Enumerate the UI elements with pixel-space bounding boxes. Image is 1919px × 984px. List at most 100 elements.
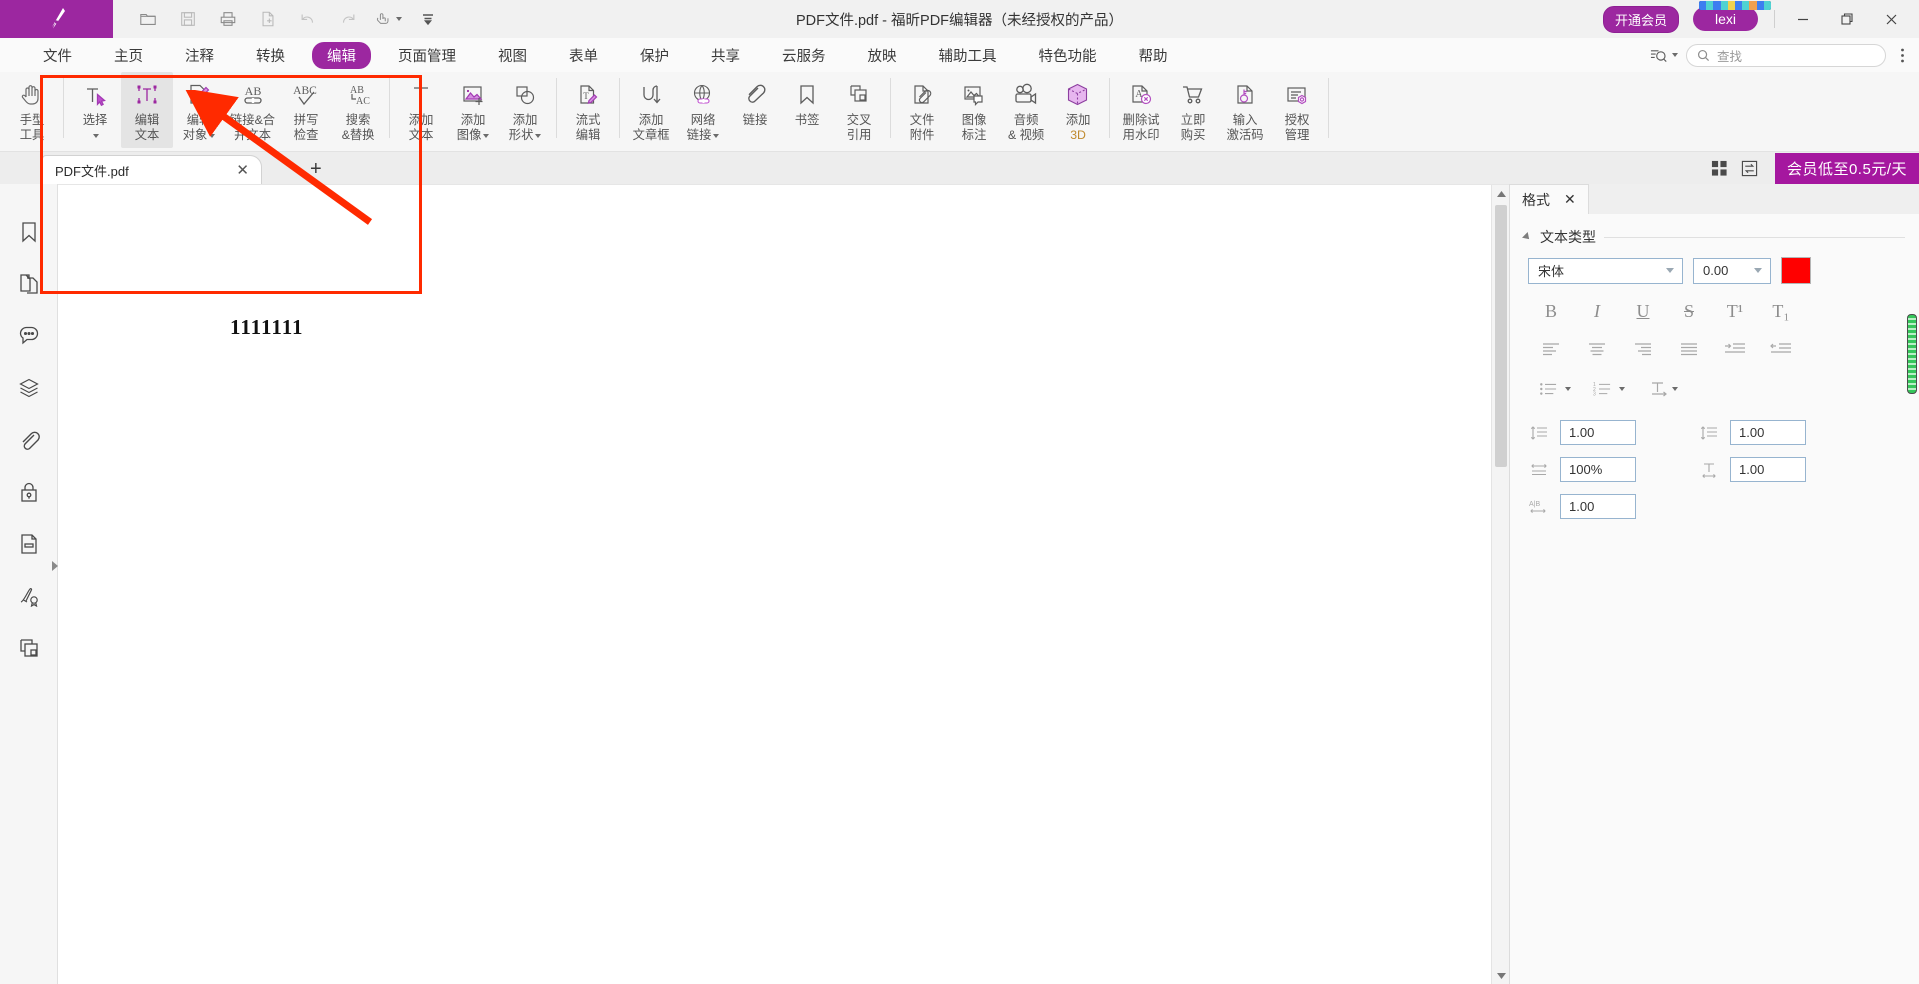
grid-view-icon[interactable] <box>1705 153 1735 183</box>
user-account[interactable]: lexi <box>1692 1 1771 31</box>
more-options-icon[interactable] <box>1894 47 1911 64</box>
split-view-icon[interactable] <box>1735 153 1765 183</box>
pdf-page[interactable]: 1111111 <box>58 185 1485 984</box>
increase-indent-button[interactable] <box>1712 334 1758 364</box>
menu-home[interactable]: 主页 <box>99 42 158 69</box>
bulleted-list-caret[interactable] <box>1565 387 1571 391</box>
ribbon-hand-tool[interactable]: 手型 工具 <box>6 72 58 148</box>
search-input[interactable]: 查找 <box>1686 43 1886 67</box>
menu-form[interactable]: 表单 <box>554 42 613 69</box>
ribbon-license-management[interactable]: 授权 管理 <box>1271 72 1323 148</box>
menu-protect[interactable]: 保护 <box>625 42 684 69</box>
touch-mode-caret[interactable] <box>396 17 402 21</box>
new-file-icon[interactable] <box>251 4 285 34</box>
text-type-section-header[interactable]: 文本类型 <box>1510 214 1919 251</box>
sidebar-item-signatures[interactable] <box>7 570 51 622</box>
edit-object-caret[interactable] <box>209 133 216 138</box>
menu-features[interactable]: 特色功能 <box>1024 42 1112 69</box>
undo-icon[interactable] <box>291 4 325 34</box>
web-link-caret[interactable] <box>713 133 720 138</box>
sidebar-item-security[interactable] <box>7 466 51 518</box>
horizontal-scale-input[interactable]: 100% <box>1560 457 1636 482</box>
close-format-panel-icon[interactable]: ✕ <box>1564 191 1576 208</box>
new-tab-button[interactable]: + <box>310 158 322 181</box>
ribbon-enter-activation-code[interactable]: 输入 激活码 <box>1219 72 1271 148</box>
customize-toolbar-icon[interactable] <box>411 4 445 34</box>
vertical-scale-input[interactable]: 1.00 <box>1730 457 1806 482</box>
menu-cloud[interactable]: 云服务 <box>767 42 841 69</box>
document-scrollbar[interactable] <box>1491 185 1509 984</box>
add-shape-caret[interactable] <box>535 133 542 138</box>
maximize-button[interactable] <box>1825 0 1869 38</box>
search-filter-icon[interactable] <box>1649 47 1678 64</box>
text-direction-caret[interactable] <box>1672 387 1678 391</box>
align-justify-button[interactable] <box>1666 334 1712 364</box>
menu-convert[interactable]: 转换 <box>241 42 300 69</box>
ribbon-add-text[interactable]: 添加 文本 <box>395 72 447 148</box>
ribbon-cross-reference[interactable]: 交叉 引用 <box>833 72 885 148</box>
numbered-list-button[interactable]: 123 <box>1582 374 1636 404</box>
align-center-button[interactable] <box>1574 334 1620 364</box>
collapse-section-icon[interactable] <box>1522 232 1532 242</box>
font-family-select[interactable]: 宋体 <box>1528 257 1683 284</box>
character-spacing-input[interactable]: 1.00 <box>1560 494 1636 519</box>
underline-button[interactable]: U <box>1620 296 1666 326</box>
menu-edit[interactable]: 编辑 <box>312 41 371 69</box>
save-icon[interactable] <box>171 4 205 34</box>
ribbon-edit-text[interactable]: 编辑 文本 <box>121 72 173 148</box>
scroll-down-icon[interactable] <box>1492 966 1510 984</box>
ribbon-add-article-box[interactable]: 添加 文章框 <box>625 72 677 148</box>
sidebar-item-bookmarks[interactable] <box>7 206 51 258</box>
font-size-select[interactable]: 0.00 <box>1693 257 1771 284</box>
panel-scrollbar[interactable] <box>1907 314 1917 394</box>
menu-view[interactable]: 视图 <box>483 42 542 69</box>
close-button[interactable] <box>1869 0 1913 38</box>
document-text-content[interactable]: 1111111 <box>230 315 304 340</box>
text-direction-button[interactable] <box>1636 374 1690 404</box>
ribbon-web-link[interactable]: 网络 链接 <box>677 72 729 148</box>
menu-share[interactable]: 共享 <box>696 42 755 69</box>
font-size-chevron-down-icon[interactable] <box>1754 268 1762 273</box>
print-icon[interactable] <box>211 4 245 34</box>
ribbon-edit-object[interactable]: 编辑 对象 <box>173 72 225 148</box>
open-icon[interactable] <box>131 4 165 34</box>
ribbon-link[interactable]: 链接 <box>729 72 781 148</box>
minimize-button[interactable] <box>1781 0 1825 38</box>
font-family-chevron-down-icon[interactable] <box>1666 268 1674 273</box>
ribbon-spell-check[interactable]: ABC 拼写 检查 <box>280 72 332 148</box>
open-vip-button[interactable]: 开通会员 <box>1602 5 1679 33</box>
menu-file[interactable]: 文件 <box>28 42 87 69</box>
sidebar-item-layers[interactable] <box>7 362 51 414</box>
decrease-indent-button[interactable] <box>1758 334 1804 364</box>
tab-format[interactable]: 格式 ✕ <box>1510 184 1589 214</box>
subscript-button[interactable]: T₁ <box>1758 296 1804 326</box>
ribbon-link-merge-text[interactable]: AB 链接&合 并文本 <box>225 72 280 148</box>
select-caret[interactable] <box>92 133 99 138</box>
sidebar-item-stamps[interactable] <box>7 622 51 674</box>
ribbon-buy-now[interactable]: 立即 购买 <box>1167 72 1219 148</box>
scroll-up-icon[interactable] <box>1492 185 1510 203</box>
align-left-button[interactable] <box>1528 334 1574 364</box>
ribbon-file-attachment[interactable]: 文件 附件 <box>896 72 948 148</box>
document-tab[interactable]: PDF文件.pdf ✕ <box>42 155 262 184</box>
ribbon-remove-watermark[interactable]: A 删除试 用水印 <box>1115 72 1167 148</box>
sidebar-item-fields[interactable] <box>7 518 51 570</box>
touch-mode-icon[interactable] <box>371 4 405 34</box>
menu-accessibility[interactable]: 辅助工具 <box>924 42 1012 69</box>
ribbon-add-3d[interactable]: 添加 3D <box>1052 72 1104 148</box>
ribbon-image-annotation[interactable]: 图像 标注 <box>948 72 1000 148</box>
vip-promo-banner[interactable]: 会员低至0.5元/天 <box>1774 152 1919 184</box>
user-name-label[interactable]: lexi <box>1692 7 1758 31</box>
align-right-button[interactable] <box>1620 334 1666 364</box>
menu-comment[interactable]: 注释 <box>170 42 229 69</box>
sidebar-item-attachments[interactable] <box>7 414 51 466</box>
ribbon-audio-video[interactable]: 音频 & 视频 <box>1000 72 1052 148</box>
menu-presentation[interactable]: 放映 <box>853 42 912 69</box>
add-image-caret[interactable] <box>483 133 490 138</box>
search-filter-caret[interactable] <box>1672 53 1678 57</box>
scrollbar-thumb[interactable] <box>1495 205 1507 467</box>
close-tab-icon[interactable]: ✕ <box>232 161 253 179</box>
italic-button[interactable]: I <box>1574 296 1620 326</box>
numbered-list-caret[interactable] <box>1619 387 1625 391</box>
font-color-swatch[interactable] <box>1781 257 1811 284</box>
